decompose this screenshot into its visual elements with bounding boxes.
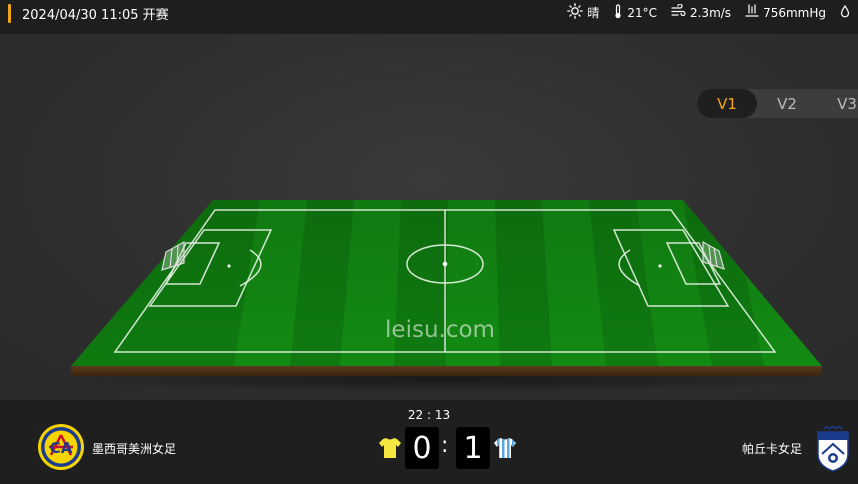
match-clock: 22 : 13 [407, 408, 451, 422]
svg-text:CA: CA [50, 439, 73, 457]
weather-temperature: 21°C [613, 3, 657, 22]
away-score: 1 [456, 427, 490, 469]
away-team-logo [816, 424, 850, 476]
temperature-label: 21°C [627, 5, 657, 20]
weather-pressure: 756mmHg [745, 4, 826, 21]
pitch-soil-edge [71, 366, 822, 376]
top-bar: 2024/04/30 11:05 开赛 晴 21°C 2.3m/s 756mmH… [0, 0, 858, 34]
center-spot [442, 261, 448, 267]
score-separator: : [441, 433, 449, 458]
pitch-watermark: leisu.com [385, 317, 495, 343]
weather-wind: 2.3m/s [671, 3, 732, 21]
weather-humidity [840, 4, 854, 21]
home-kit-icon [379, 437, 401, 463]
weather-condition: 晴 [567, 3, 599, 22]
tab-v1[interactable]: V1 [697, 89, 757, 118]
home-score: 0 [405, 427, 439, 469]
wind-label: 2.3m/s [689, 5, 732, 20]
home-team-logo: CA [37, 423, 85, 475]
weather-bar: 晴 21°C 2.3m/s 756mmHg [567, 3, 858, 22]
pitch-stage: leisu.com V1 V2 V3 [0, 34, 858, 400]
sun-icon [567, 3, 584, 22]
tab-v2[interactable]: V2 [757, 89, 817, 118]
away-kit-icon [494, 437, 516, 463]
thermometer-icon [613, 3, 623, 22]
weather-condition-label: 晴 [587, 6, 600, 20]
away-team-name: 帕丘卡女足 [741, 442, 802, 456]
match-start-info: 2024/04/30 11:05 开赛 [22, 8, 169, 23]
view-switcher: V1 V2 V3 [697, 89, 858, 118]
accent-bar [8, 4, 11, 23]
pressure-label: 756mmHg [763, 5, 826, 20]
pressure-icon [745, 4, 759, 21]
wind-icon [671, 3, 686, 21]
score-bar: 22 : 13 CA 墨西哥美洲女足 0 : 1 帕丘卡女足 [0, 400, 858, 484]
home-team-name: 墨西哥美洲女足 [92, 442, 177, 456]
droplet-icon [840, 4, 850, 21]
tab-v3[interactable]: V3 [817, 89, 858, 118]
